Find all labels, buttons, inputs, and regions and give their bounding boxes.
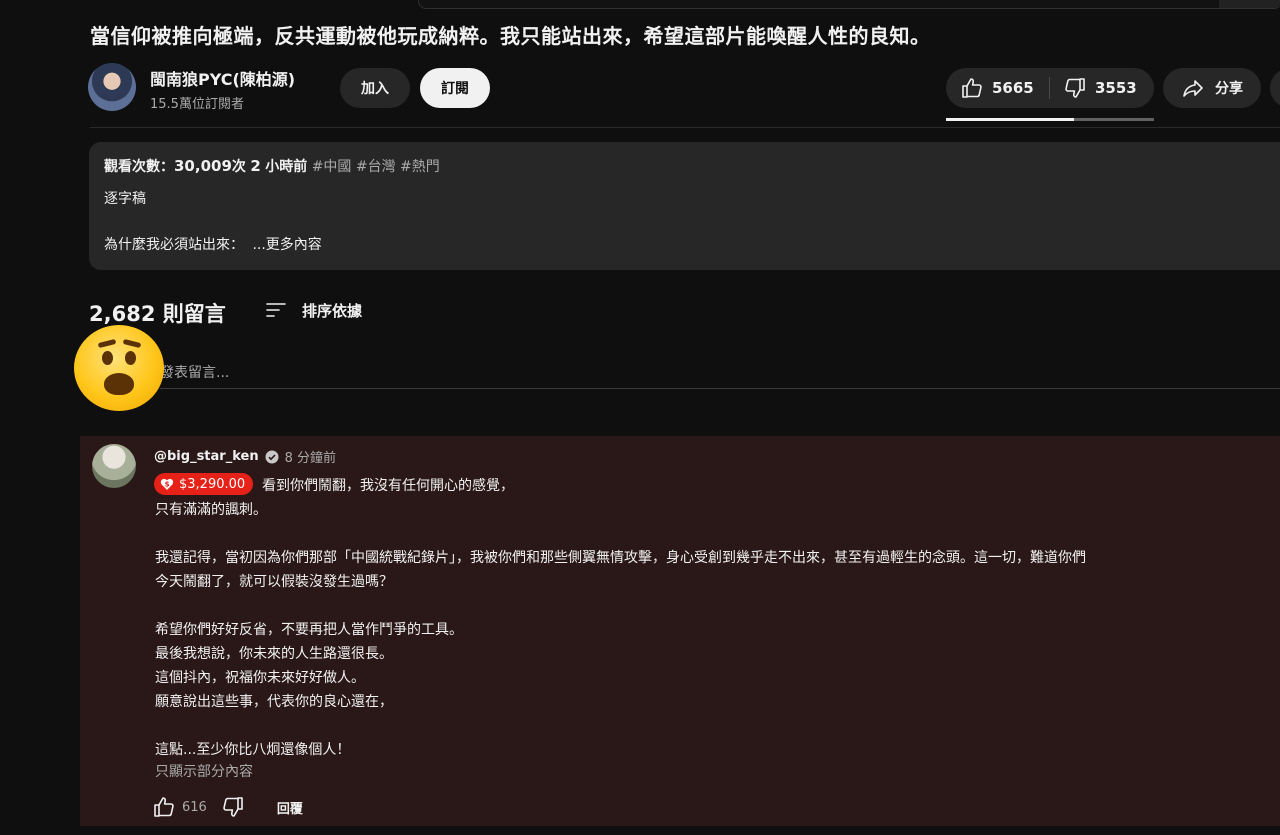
dislike-count: 3553: [1095, 79, 1137, 97]
views-unit: 次: [231, 159, 246, 175]
add-comment-input[interactable]: 發表留言...: [160, 362, 229, 382]
sort-icon: [264, 298, 288, 322]
upload-time-unit: 小時前: [265, 159, 308, 175]
emoji-mouth: [104, 373, 134, 395]
views-label: 觀看次數：: [104, 159, 174, 175]
thumbs-up-icon: [152, 795, 176, 819]
subscriber-count: 15.5萬位訂閱者: [150, 97, 244, 112]
join-button[interactable]: 加入: [340, 68, 410, 108]
divider: [90, 127, 1280, 128]
channel-name[interactable]: 閩南狼PYC(陳柏源): [150, 66, 295, 90]
comment-dislike-button[interactable]: [221, 795, 245, 819]
more-actions-button[interactable]: [1270, 68, 1280, 108]
comment-first-line: 看到你們鬧翻，我沒有任何開心的感覺，: [262, 478, 514, 494]
like-divider: [1049, 77, 1050, 99]
description-line: 逐字稿: [104, 191, 146, 207]
comment-count-label: 則留言: [162, 302, 226, 326]
description-meta: 觀看次數：30,009次 2 小時前 #中國 #台灣 #熱門: [104, 156, 440, 176]
subscribe-button[interactable]: 訂閱: [420, 68, 490, 108]
commenter-avatar[interactable]: [92, 444, 136, 488]
comment-header: @big_star_ken 8 分鐘前: [154, 447, 336, 466]
emoji-left-eye: [102, 351, 113, 365]
emoji-right-brow: [122, 338, 142, 349]
super-thanks-badge: $ $3,290.00: [154, 473, 254, 495]
like-dislike-bar: 5665 3553: [946, 68, 1154, 108]
search-bar-fragment[interactable]: [418, 0, 1280, 9]
comment-count-number: 2,682: [89, 302, 156, 326]
reply-button[interactable]: 回覆: [277, 798, 303, 817]
hashtags[interactable]: #中國 #台灣 #熱門: [312, 159, 440, 175]
search-button[interactable]: [1219, 0, 1280, 8]
add-comment-underline: [160, 388, 1280, 389]
dislike-button[interactable]: 3553: [1063, 68, 1137, 108]
share-button[interactable]: 分享: [1163, 68, 1261, 108]
like-ratio-fill: [946, 118, 1074, 121]
emoji-right-eye: [125, 351, 136, 365]
thumbs-up-icon: [960, 76, 984, 100]
emoji-left-brow: [97, 338, 117, 349]
comment-count: 2,682 則留言: [89, 298, 226, 328]
read-more-link[interactable]: 只顯示部分內容: [155, 761, 253, 781]
description-preview: 為什麼我必須站出來： ...更多內容: [104, 234, 322, 254]
share-label: 分享: [1215, 81, 1243, 97]
thumbs-down-icon: [1063, 76, 1087, 100]
super-thanks-icon: $: [160, 477, 174, 491]
share-icon: [1181, 76, 1205, 100]
comment-body: 只有滿滿的諷刺。 我還記得，當初因為你們那部「中國統戰紀錄片」，我被你們和那些側…: [155, 502, 1086, 758]
comment-like-button[interactable]: 616: [152, 795, 207, 819]
comment-like-count: 616: [182, 799, 207, 815]
upload-time-num: 2: [250, 157, 261, 175]
channel-avatar[interactable]: [88, 63, 136, 111]
views-value: 30,009: [174, 157, 232, 175]
super-thanks-amount: $3,290.00: [179, 476, 246, 492]
like-ratio-bar: [946, 118, 1154, 121]
sort-label: 排序依據: [302, 301, 363, 320]
description-preview-text: 為什麼我必須站出來：: [104, 237, 244, 253]
surprised-face-emoji: [74, 325, 164, 411]
sort-button[interactable]: 排序依據: [264, 298, 362, 322]
comment-time[interactable]: 8 分鐘前: [285, 447, 336, 466]
video-title: 當信仰被推向極端，反共運動被他玩成納粹。我只能站出來，希望這部片能喚醒人性的良知…: [90, 24, 931, 48]
show-more-link[interactable]: ...更多內容: [252, 237, 321, 253]
svg-text:$: $: [165, 480, 170, 488]
like-button[interactable]: 5665: [960, 68, 1034, 108]
verified-badge-icon: [265, 450, 279, 464]
comment-username[interactable]: @big_star_ken: [154, 449, 259, 464]
comment-actions: 616 回覆: [152, 795, 303, 819]
thumbs-down-icon: [221, 795, 245, 819]
like-count: 5665: [992, 79, 1034, 97]
